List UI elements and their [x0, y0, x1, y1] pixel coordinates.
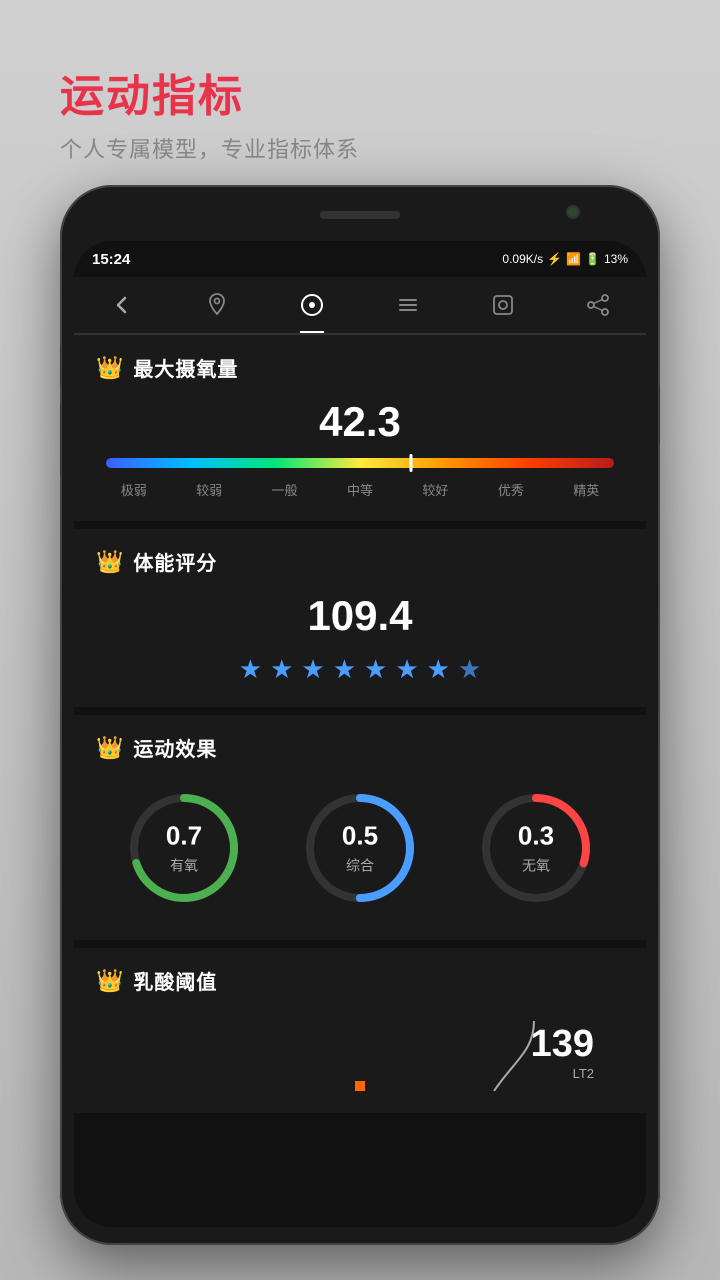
lactic-value-area: 139 LT2 [531, 1023, 594, 1081]
status-time: 15:24 [92, 251, 130, 268]
page-subtitle: 个人专属模型，专业指标体系 [60, 132, 359, 164]
fitness-score-value: 109.4 [96, 592, 624, 640]
nav-list[interactable] [390, 287, 426, 323]
nav-bar [74, 277, 646, 335]
lactic-sub-label: LT2 [531, 1066, 594, 1081]
aerobic-center-text: 0.7 有氧 [166, 821, 202, 876]
bluetooth-icon: ⚡ [547, 252, 562, 266]
network-speed: 0.09K/s [502, 252, 543, 266]
aerobic-circle: 0.7 有氧 [124, 788, 244, 908]
lactic-section: 👑 乳酸阈值 139 LT2 [74, 948, 646, 1113]
comprehensive-circle-wrap: 0.5 综合 [300, 788, 420, 908]
star-3: ★ [301, 654, 324, 685]
comprehensive-label: 综合 [342, 856, 378, 876]
lactic-chart-area: 139 LT2 [96, 1011, 624, 1091]
crown-icon-effect: 👑 [96, 735, 123, 761]
star-5: ★ [364, 654, 387, 685]
bar-label-6: 精英 [549, 480, 624, 499]
crown-icon-lactic: 👑 [96, 968, 123, 994]
vo2max-value: 42.3 [96, 398, 624, 446]
nav-search[interactable] [485, 287, 521, 323]
bar-label-4: 较好 [398, 480, 473, 499]
title-area: 运动指标 个人专属模型，专业指标体系 [60, 60, 359, 164]
vo2max-marker [409, 454, 412, 472]
exercise-effect-title: 运动效果 [133, 733, 217, 762]
phone-screen: 15:24 0.09K/s ⚡ 📶 🔋 13% [74, 241, 646, 1227]
anaerobic-circle-wrap: 0.3 无氧 [476, 788, 596, 908]
phone-speaker [320, 211, 400, 219]
lactic-header: 👑 乳酸阈值 [96, 966, 624, 995]
vo2max-color-bar [106, 458, 614, 468]
anaerobic-label: 无氧 [518, 856, 554, 876]
phone-side-button-vol-down [60, 405, 61, 475]
star-6: ★ [395, 654, 418, 685]
wifi-icon: 📶 [566, 252, 581, 266]
aerobic-value: 0.7 [166, 821, 202, 852]
scroll-content[interactable]: 👑 最大摄氧量 42.3 极弱 较弱 一般 中等 较好 优秀 精英 [74, 335, 646, 1227]
crown-icon-fitness: 👑 [96, 549, 123, 575]
fitness-score-section: 👑 体能评分 109.4 ★ ★ ★ ★ ★ ★ ★ ★ [74, 529, 646, 707]
nav-map[interactable] [199, 287, 235, 323]
bar-label-1: 较弱 [171, 480, 246, 499]
battery-percent: 13% [604, 252, 628, 266]
star-1: ★ [239, 654, 262, 685]
star-2: ★ [270, 654, 293, 685]
anaerobic-circle: 0.3 无氧 [476, 788, 596, 908]
crown-icon-vo2max: 👑 [96, 355, 123, 381]
bar-label-0: 极弱 [96, 480, 171, 499]
bar-label-5: 优秀 [473, 480, 548, 499]
phone-camera [566, 205, 580, 219]
anaerobic-center-text: 0.3 无氧 [518, 821, 554, 876]
lactic-title: 乳酸阈值 [133, 966, 217, 995]
lactic-number: 139 [531, 1023, 594, 1066]
exercise-effect-header: 👑 运动效果 [96, 733, 624, 762]
vo2max-section: 👑 最大摄氧量 42.3 极弱 较弱 一般 中等 较好 优秀 精英 [74, 335, 646, 521]
bar-labels: 极弱 较弱 一般 中等 较好 优秀 精英 [96, 480, 624, 499]
phone-side-button-vol-up [60, 345, 61, 385]
nav-activity[interactable] [294, 287, 330, 323]
star-4: ★ [333, 654, 356, 685]
aerobic-label: 有氧 [166, 856, 202, 876]
exercise-effect-section: 👑 运动效果 0.7 有氧 [74, 715, 646, 940]
star-7: ★ [427, 654, 450, 685]
vo2max-title: 最大摄氧量 [133, 353, 238, 382]
bar-label-3: 中等 [322, 480, 397, 499]
vo2max-header: 👑 最大摄氧量 [96, 353, 624, 382]
battery-icon: 🔋 [585, 252, 600, 266]
star-8: ★ [458, 654, 481, 685]
comprehensive-value: 0.5 [342, 821, 378, 852]
stars-row: ★ ★ ★ ★ ★ ★ ★ ★ [96, 654, 624, 685]
comprehensive-center-text: 0.5 综合 [342, 821, 378, 876]
fitness-score-title: 体能评分 [133, 547, 217, 576]
status-bar: 15:24 0.09K/s ⚡ 📶 🔋 13% [74, 241, 646, 277]
phone-frame: 15:24 0.09K/s ⚡ 📶 🔋 13% [60, 185, 660, 1245]
effect-circles: 0.7 有氧 0.5 [96, 778, 624, 918]
page-title: 运动指标 [60, 60, 359, 124]
phone-side-button-power [659, 385, 660, 445]
aerobic-circle-wrap: 0.7 有氧 [124, 788, 244, 908]
fitness-score-header: 👑 体能评分 [96, 547, 624, 576]
vo2max-bar-container [106, 458, 614, 468]
comprehensive-circle: 0.5 综合 [300, 788, 420, 908]
status-right: 0.09K/s ⚡ 📶 🔋 13% [502, 252, 628, 266]
anaerobic-value: 0.3 [518, 821, 554, 852]
nav-share[interactable] [580, 287, 616, 323]
nav-back[interactable] [104, 287, 140, 323]
bar-label-2: 一般 [247, 480, 322, 499]
